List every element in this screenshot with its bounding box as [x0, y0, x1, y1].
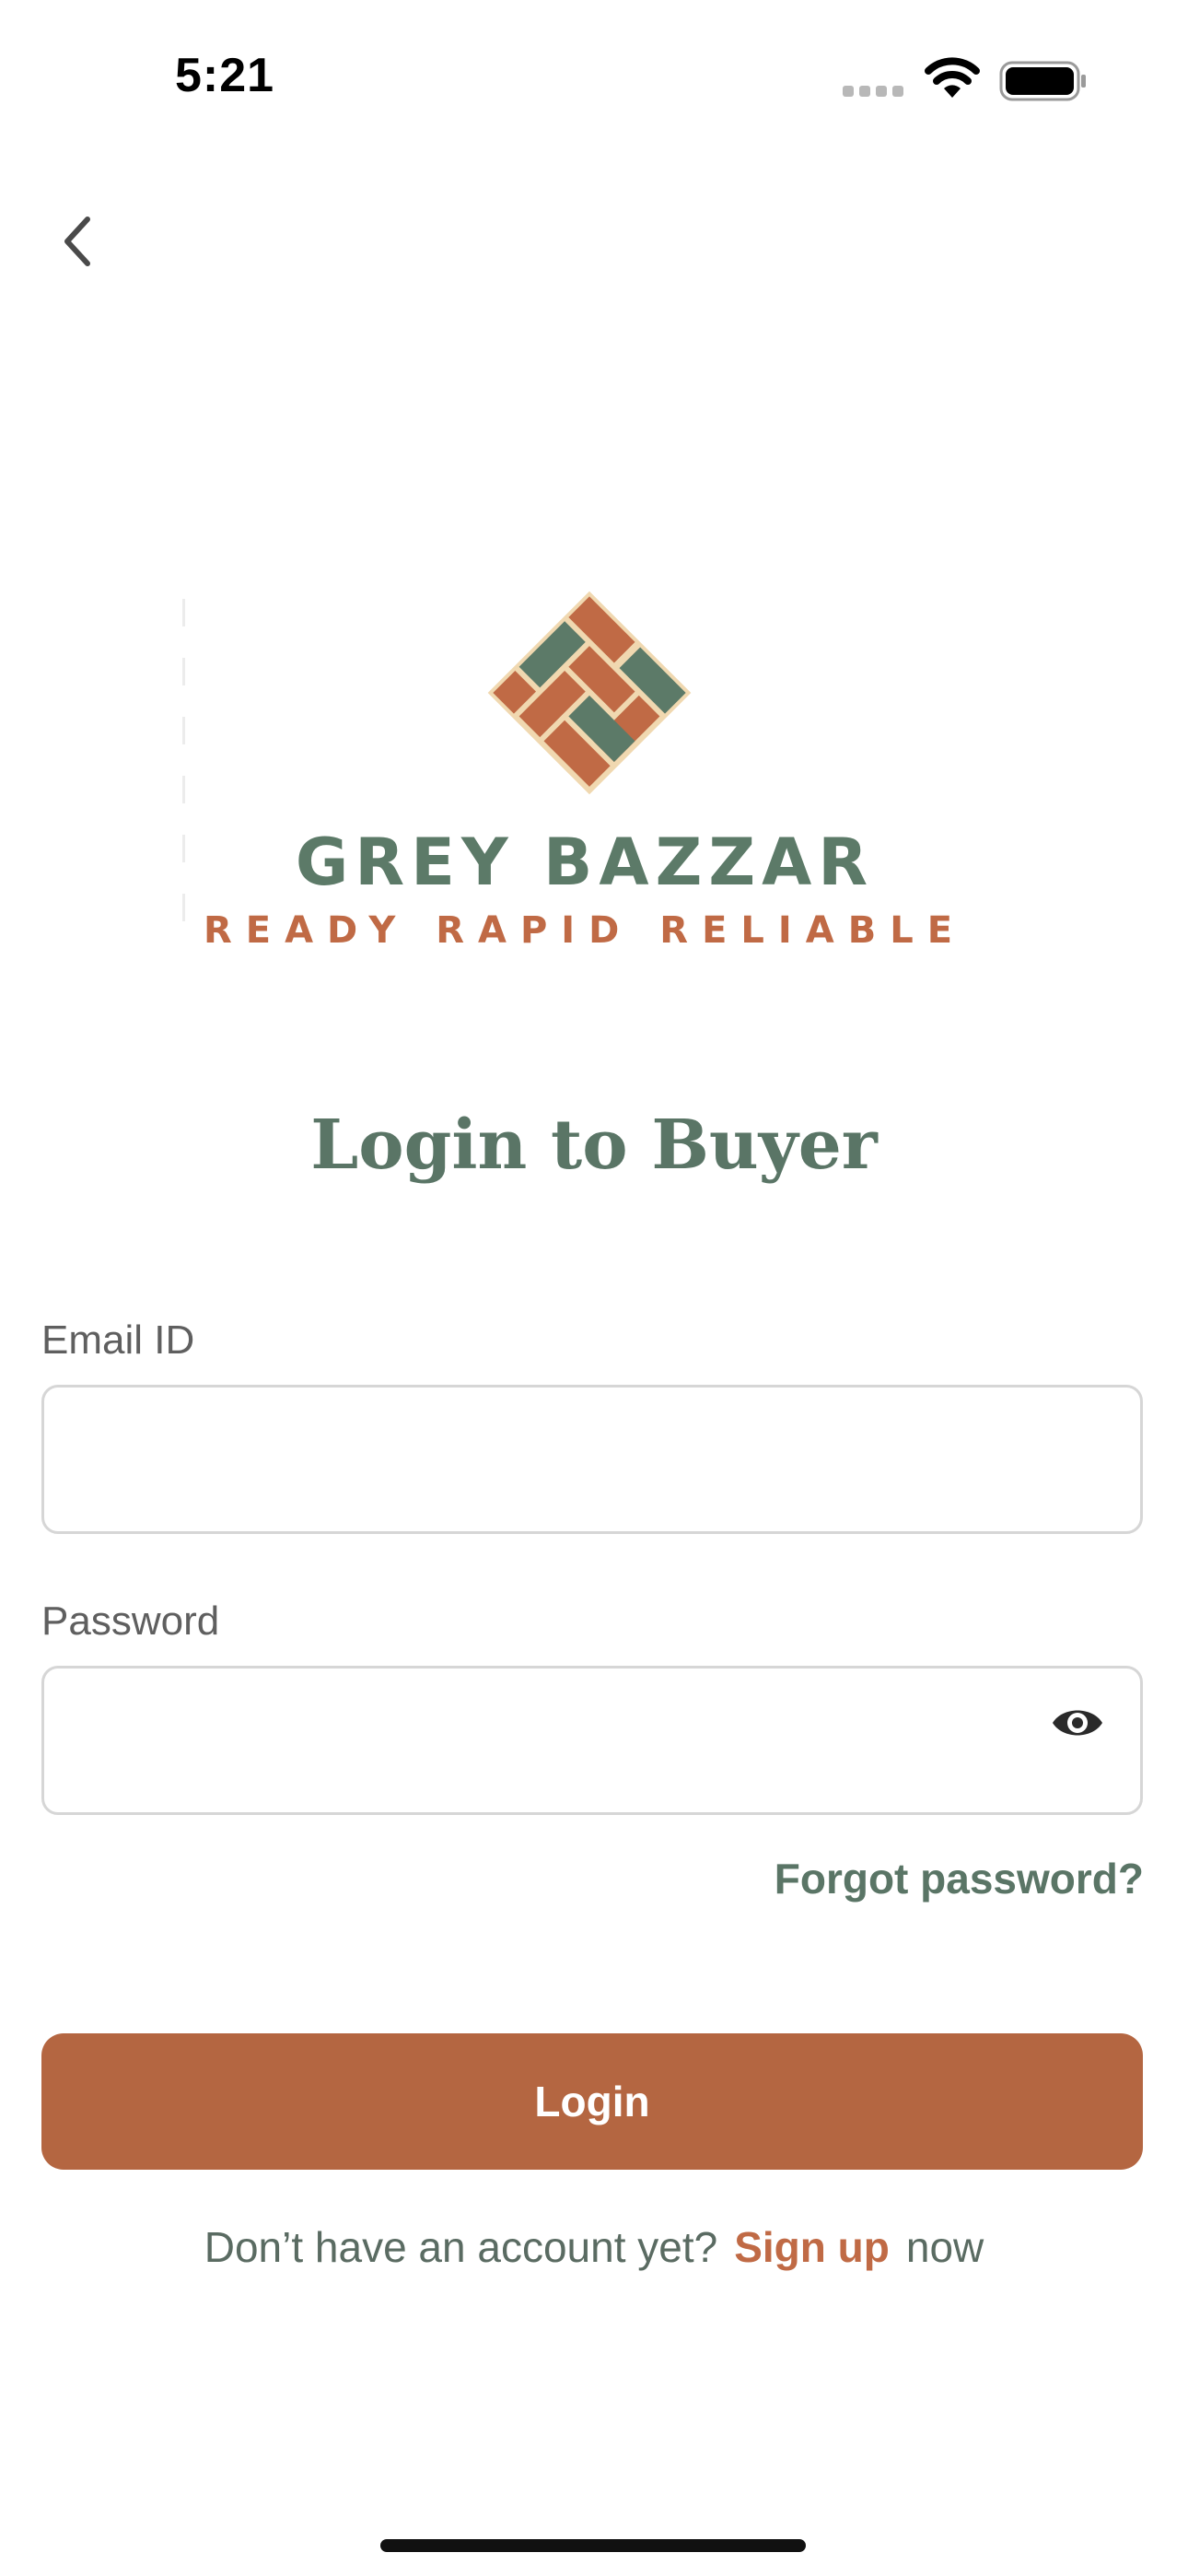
email-label: Email ID	[41, 1317, 195, 1363]
back-button[interactable]	[51, 205, 106, 278]
brand-tagline: READY RAPID RELIABLE	[203, 909, 967, 952]
brand-name: GREY BAZZAR	[295, 825, 875, 900]
wifi-icon	[924, 57, 981, 104]
toggle-password-visibility[interactable]	[1050, 1703, 1105, 1743]
login-button[interactable]: Login	[41, 2033, 1143, 2170]
brand-logo: GREY BAZZAR READY RAPID RELIABLE	[180, 576, 990, 954]
password-label: Password	[41, 1598, 220, 1644]
signup-prompt: Don’t have an account yet? Sign up now	[0, 2222, 1188, 2272]
email-field[interactable]	[41, 1385, 1143, 1534]
weave-logo-icon	[487, 591, 692, 795]
password-field[interactable]	[41, 1666, 1143, 1815]
signup-suffix-text: now	[905, 2223, 984, 2271]
battery-icon	[999, 61, 1088, 106]
forgot-password-link[interactable]: Forgot password?	[775, 1854, 1144, 1903]
chevron-left-icon	[64, 217, 90, 266]
status-time: 5:21	[175, 49, 275, 102]
eye-icon	[1053, 1710, 1102, 1736]
page-title: Login to Buyer	[310, 1106, 878, 1185]
signal-icon	[843, 85, 909, 101]
signup-prefix-text: Don’t have an account yet?	[204, 2223, 718, 2271]
home-indicator	[380, 2539, 806, 2552]
signup-link[interactable]: Sign up	[734, 2223, 890, 2271]
